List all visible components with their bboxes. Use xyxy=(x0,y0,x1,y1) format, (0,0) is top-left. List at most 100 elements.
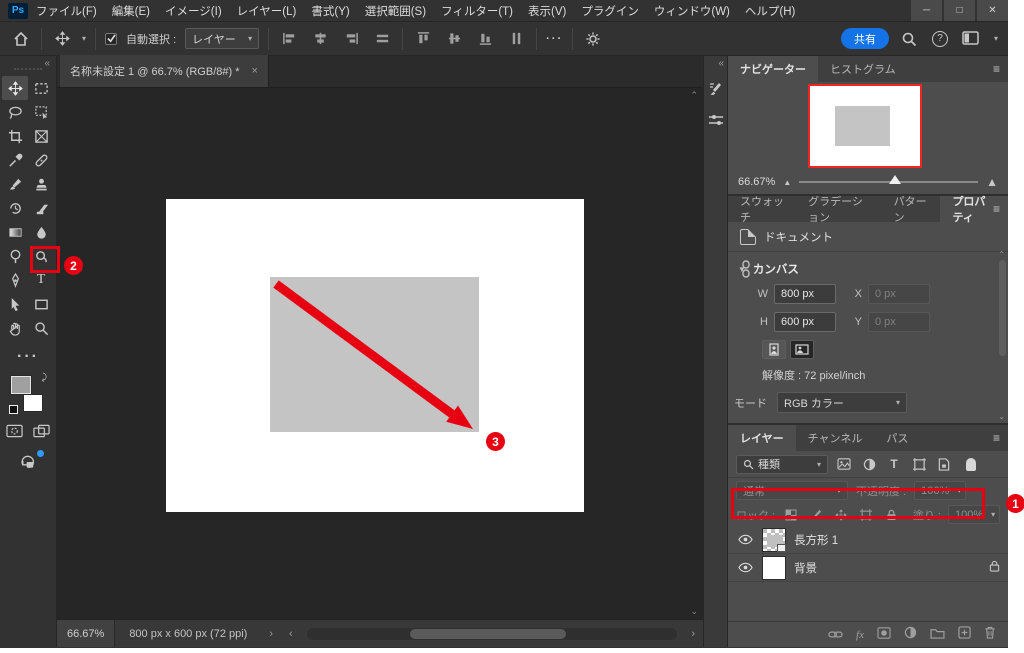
align-right-icon[interactable] xyxy=(340,28,362,50)
move-tool[interactable] xyxy=(2,76,28,100)
hscroll-left-icon[interactable]: ‹ xyxy=(281,628,301,640)
layer-visibility-eye-icon[interactable] xyxy=(736,534,754,545)
tab-swatches[interactable]: スウォッチ xyxy=(728,196,796,222)
layer-row-rectangle[interactable]: 長方形 1 xyxy=(728,526,1008,554)
object-selection-tool[interactable] xyxy=(28,100,54,124)
menu-item-help[interactable]: ヘルプ(H) xyxy=(745,3,795,19)
filter-shape-layers-icon[interactable] xyxy=(910,455,928,473)
menu-item-edit[interactable]: 編集(E) xyxy=(112,3,150,19)
layer-thumbnail[interactable] xyxy=(762,556,786,580)
fill-field[interactable]: 100%▾ xyxy=(948,505,1000,524)
menu-item-plugins[interactable]: プラグイン xyxy=(581,3,639,19)
menu-item-select[interactable]: 選択範囲(S) xyxy=(365,3,426,19)
layer-effects-icon[interactable]: fx xyxy=(856,629,864,641)
link-dimensions-icon[interactable] xyxy=(740,260,752,281)
close-button[interactable]: ✕ xyxy=(977,0,1008,21)
workspace-settings-gear-icon[interactable] xyxy=(582,28,604,50)
tab-close-icon[interactable]: × xyxy=(252,65,258,77)
scroll-up-icon[interactable]: ⌃ xyxy=(998,250,1005,259)
lock-transparency-icon[interactable] xyxy=(782,506,800,524)
scroll-down-icon[interactable]: ⌄ xyxy=(998,412,1005,421)
tools-grip[interactable] xyxy=(14,68,42,74)
color-mode-dropdown[interactable]: RGB カラー▾ xyxy=(777,392,907,413)
tab-layers[interactable]: レイヤー xyxy=(728,425,796,451)
height-field[interactable]: 600 px xyxy=(774,312,836,332)
background-lock-icon[interactable] xyxy=(989,560,1000,575)
panel-menu-icon[interactable]: ≡ xyxy=(993,62,1000,76)
blur-tool[interactable] xyxy=(28,220,54,244)
workspace-switcher-icon[interactable] xyxy=(960,28,982,50)
lasso-tool[interactable] xyxy=(2,100,28,124)
burn-tool[interactable] xyxy=(28,244,54,268)
blend-mode-dropdown[interactable]: 通常▾ xyxy=(736,481,848,500)
status-expand-icon[interactable]: › xyxy=(261,628,281,640)
align-bottom-icon[interactable] xyxy=(474,28,496,50)
tab-patterns[interactable]: パターン xyxy=(882,196,941,222)
pen-tool[interactable] xyxy=(2,268,28,292)
zoom-in-icon[interactable]: ▲ xyxy=(986,175,998,189)
rectangle-shape[interactable] xyxy=(270,277,479,432)
menu-item-image[interactable]: イメージ(I) xyxy=(165,3,222,19)
menu-item-filter[interactable]: フィルター(T) xyxy=(441,3,513,19)
rotate-view-icon[interactable] xyxy=(0,453,56,469)
lock-artboard-icon[interactable] xyxy=(857,506,875,524)
path-selection-tool[interactable] xyxy=(2,292,28,316)
hscroll-right-icon[interactable]: › xyxy=(683,628,703,640)
expand-panels-icon[interactable]: « xyxy=(718,58,724,69)
edit-toolbar-icon[interactable]: ··· xyxy=(0,348,56,366)
hand-tool[interactable] xyxy=(2,316,28,340)
filter-adjustment-layers-icon[interactable] xyxy=(860,455,878,473)
align-middle-vertical-icon[interactable] xyxy=(443,28,465,50)
document-tab[interactable]: 名称未設定 1 @ 66.7% (RGB/8#) * × xyxy=(60,55,269,87)
auto-select-target-dropdown[interactable]: レイヤー▾ xyxy=(185,28,259,49)
y-field[interactable]: 0 px xyxy=(868,312,930,332)
menu-item-file[interactable]: ファイル(F) xyxy=(36,3,97,19)
help-icon[interactable]: ? xyxy=(932,31,948,47)
lock-pixels-icon[interactable] xyxy=(807,506,825,524)
filter-type-layers-icon[interactable]: T xyxy=(885,455,903,473)
tab-navigator[interactable]: ナビゲーター xyxy=(728,56,818,82)
properties-scrollbar[interactable]: ⌃ ⌄ xyxy=(998,260,1007,415)
tab-channels[interactable]: チャンネル xyxy=(796,425,875,451)
canvas-scroll-up-icon[interactable]: ⌃ xyxy=(690,90,698,101)
layer-name[interactable]: 長方形 1 xyxy=(794,532,838,548)
panel-menu-icon[interactable]: ≡ xyxy=(993,202,1000,216)
chevron-down-icon[interactable]: ▾ xyxy=(82,34,86,43)
spot-healing-brush-tool[interactable] xyxy=(28,148,54,172)
eyedropper-tool[interactable] xyxy=(2,148,28,172)
lock-all-icon[interactable] xyxy=(882,506,900,524)
share-button[interactable]: 共有 xyxy=(841,28,889,49)
zoom-slider-thumb[interactable] xyxy=(889,175,901,184)
menu-item-type[interactable]: 書式(Y) xyxy=(311,3,349,19)
new-group-folder-icon[interactable] xyxy=(930,626,945,644)
layer-filter-dropdown[interactable]: 種類 ▾ xyxy=(736,455,828,474)
tab-gradients[interactable]: グラデーション xyxy=(796,196,882,222)
marquee-tool[interactable] xyxy=(28,76,54,100)
menu-item-view[interactable]: 表示(V) xyxy=(528,3,566,19)
eraser-tool[interactable] xyxy=(28,196,54,220)
search-icon[interactable] xyxy=(898,28,920,50)
tab-histogram[interactable]: ヒストグラム xyxy=(818,56,908,82)
home-icon[interactable] xyxy=(10,28,32,50)
orientation-portrait-button[interactable] xyxy=(762,340,786,359)
rectangle-tool[interactable] xyxy=(28,292,54,316)
adjustment-layer-icon[interactable] xyxy=(904,626,917,644)
horizontal-scrollbar-thumb[interactable] xyxy=(410,629,566,639)
menu-item-window[interactable]: ウィンドウ(W) xyxy=(654,3,730,19)
navigator-zoom-slider[interactable] xyxy=(799,181,978,183)
gradient-tool[interactable] xyxy=(2,220,28,244)
background-color-swatch[interactable] xyxy=(23,394,43,412)
brush-tool[interactable] xyxy=(2,172,28,196)
filter-toggle-pin[interactable] xyxy=(966,458,976,471)
horizontal-scrollbar[interactable] xyxy=(307,628,678,640)
chevron-down-icon[interactable]: ▾ xyxy=(994,34,998,43)
layer-row-background[interactable]: 背景 xyxy=(728,554,1008,582)
align-top-icon[interactable] xyxy=(412,28,434,50)
x-field[interactable]: 0 px xyxy=(868,284,930,304)
history-brush-tool[interactable] xyxy=(2,196,28,220)
width-field[interactable]: 800 px xyxy=(774,284,836,304)
add-layer-mask-icon[interactable] xyxy=(877,626,891,644)
distribute-horizontal-icon[interactable] xyxy=(371,28,393,50)
link-layers-icon[interactable] xyxy=(828,626,843,644)
new-layer-icon[interactable] xyxy=(958,626,971,644)
